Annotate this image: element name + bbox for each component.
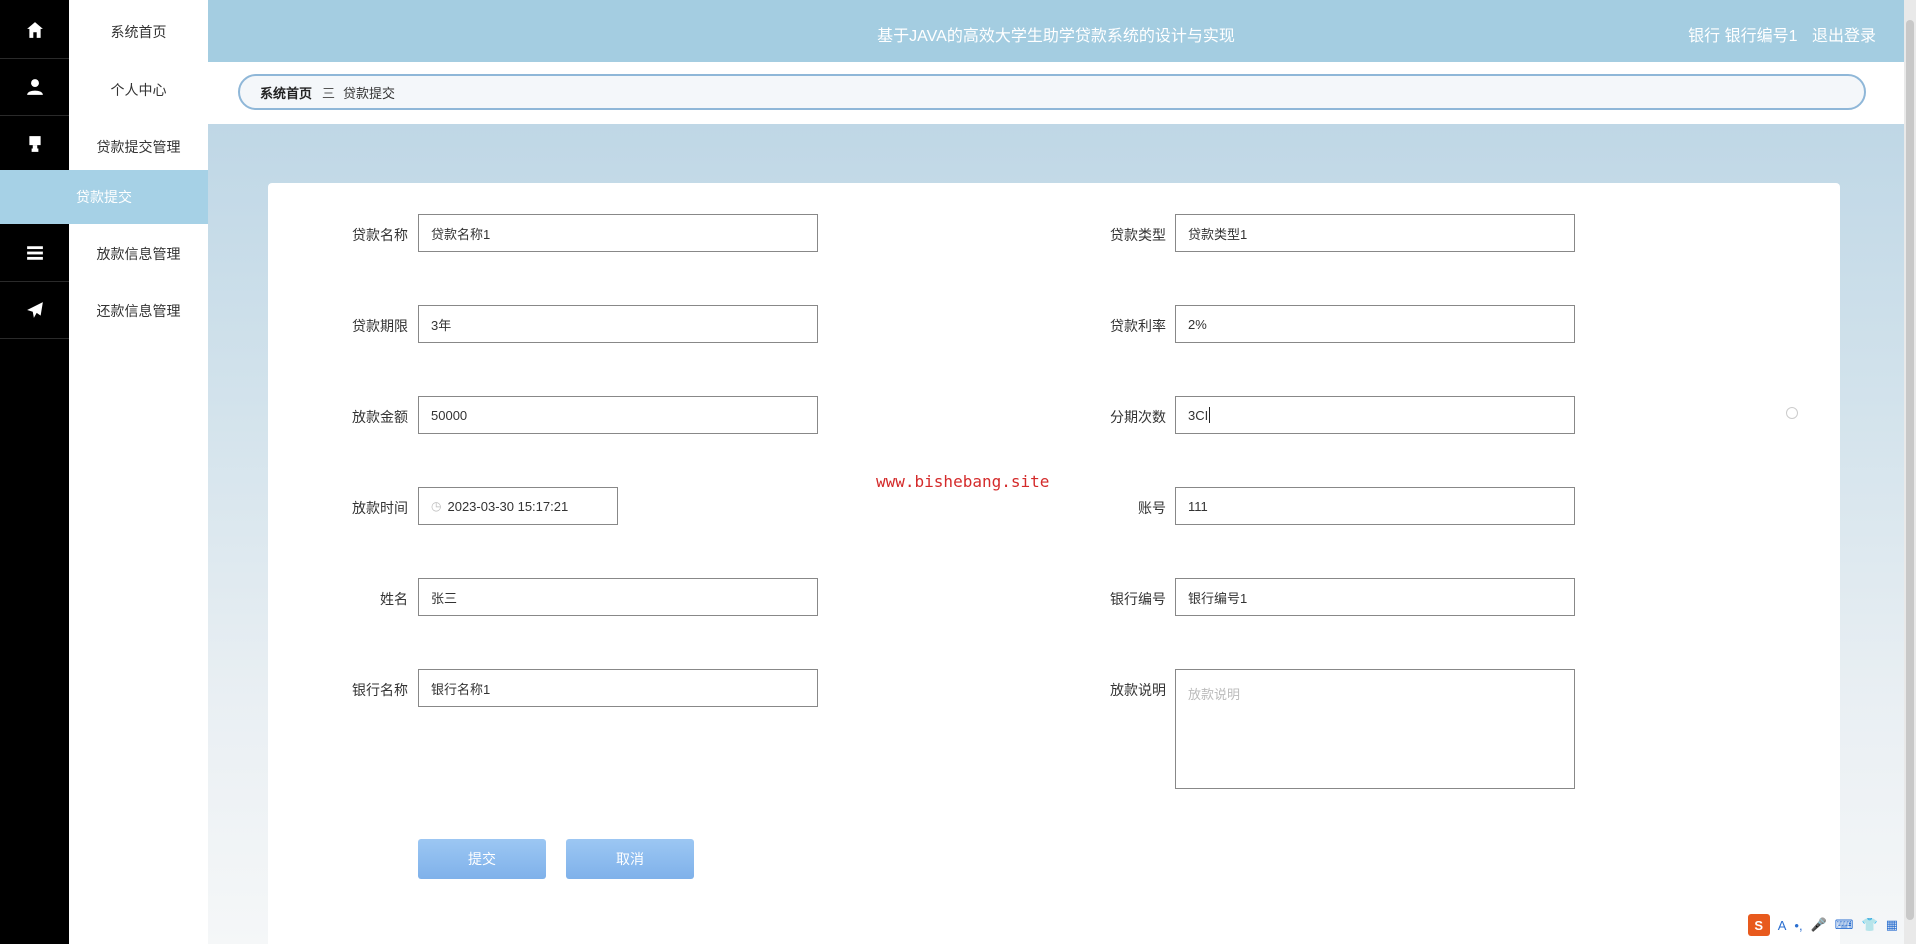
loan-form-card: 贷款名称 贷款名称1 贷款类型 贷款类型1 贷款期限 3年 贷款利率 2% 放款… <box>268 183 1840 944</box>
loan-rate-input[interactable]: 2% <box>1175 305 1575 343</box>
breadcrumb-current: 贷款提交 <box>343 85 396 101</box>
release-time-picker[interactable]: ◷ 2023-03-30 15:17:21 <box>418 487 618 525</box>
watermark-text: www.bishebang.site <box>876 472 1050 491</box>
sidebar-item-repay-manage[interactable]: 还款信息管理 <box>69 301 208 321</box>
sidebar: 系统首页 个人中心 贷款提交管理 贷款提交 放款信息管理 还款信息管理 <box>0 0 208 944</box>
list-icon[interactable] <box>0 225 69 282</box>
logout-link[interactable]: 退出登录 <box>1812 28 1876 45</box>
home-icon[interactable] <box>0 2 69 59</box>
scrollbar-thumb[interactable] <box>1906 20 1914 920</box>
breadcrumb-bar: 系统首页 三 贷款提交 <box>208 62 1904 124</box>
loan-type-input[interactable]: 贷款类型1 <box>1175 214 1575 252</box>
bank-code-input[interactable]: 银行编号1 <box>1175 578 1575 616</box>
label-loan-type: 贷款类型 <box>1110 227 1166 243</box>
installments-value: 3CI <box>1188 407 1209 423</box>
sidebar-subitem-loan-submit[interactable]: 贷款提交 <box>0 170 208 224</box>
loan-name-input[interactable]: 贷款名称1 <box>418 214 818 252</box>
label-loan-name: 贷款名称 <box>352 227 408 243</box>
user-icon[interactable] <box>0 59 69 116</box>
cancel-button[interactable]: 取消 <box>566 839 694 879</box>
breadcrumb: 系统首页 三 贷款提交 <box>238 74 1866 110</box>
breadcrumb-home[interactable]: 系统首页 <box>260 83 312 102</box>
release-note-textarea[interactable]: 放款说明 <box>1175 669 1575 789</box>
label-loan-term: 贷款期限 <box>352 318 408 334</box>
breadcrumb-separator: 三 <box>322 85 336 101</box>
sidebar-item-profile[interactable]: 个人中心 <box>69 80 208 100</box>
ime-keyboard-icon[interactable]: ⌨ <box>1835 917 1854 933</box>
label-amount: 放款金额 <box>352 409 408 425</box>
release-time-value: 2023-03-30 15:17:21 <box>447 498 569 514</box>
ime-toolbar: S A •, 🎤 ⌨ 👕 ▦ <box>1747 914 1898 936</box>
label-loan-rate: 贷款利率 <box>1110 318 1166 334</box>
amount-input[interactable]: 50000 <box>418 396 818 434</box>
circle-indicator-icon <box>1786 407 1798 419</box>
label-name: 姓名 <box>380 591 408 607</box>
clock-icon: ◷ <box>431 499 442 513</box>
loan-term-input[interactable]: 3年 <box>418 305 818 343</box>
ime-punct-icon[interactable]: •, <box>1794 918 1802 933</box>
ime-grid-icon[interactable]: ▦ <box>1886 917 1898 933</box>
account-input[interactable]: 111 <box>1175 487 1575 525</box>
icon-rail <box>0 0 69 944</box>
label-account: 账号 <box>1138 500 1166 516</box>
ime-logo-icon[interactable]: S <box>1747 914 1770 936</box>
submit-button[interactable]: 提交 <box>418 839 546 879</box>
header-user-area: 银行 银行编号1 退出登录 <box>1678 22 1876 46</box>
label-release-note: 放款说明 <box>1110 682 1166 698</box>
installments-input[interactable]: 3CI <box>1175 396 1575 434</box>
name-input[interactable]: 张三 <box>418 578 818 616</box>
page-title: 基于JAVA的高效大学生助学贷款系统的设计与实现 <box>877 28 1235 45</box>
label-bank-code: 银行编号 <box>1110 591 1166 607</box>
sidebar-item-release-manage[interactable]: 放款信息管理 <box>69 244 208 264</box>
current-user: 银行 银行编号1 <box>1688 28 1798 45</box>
label-bank-name: 银行名称 <box>352 682 408 698</box>
ime-skin-icon[interactable]: 👕 <box>1862 917 1878 933</box>
label-release-time: 放款时间 <box>352 500 408 516</box>
ime-mode[interactable]: A <box>1778 918 1787 933</box>
header: 基于JAVA的高效大学生助学贷款系统的设计与实现 银行 银行编号1 退出登录 <box>208 0 1904 62</box>
sidebar-item-loan-submit-manage[interactable]: 贷款提交管理 <box>69 137 208 157</box>
text-caret <box>1209 407 1211 423</box>
page-scrollbar[interactable] <box>1904 0 1916 944</box>
bank-name-input[interactable]: 银行名称1 <box>418 669 818 707</box>
send-icon[interactable] <box>0 282 69 339</box>
sidebar-item-home[interactable]: 系统首页 <box>69 22 208 42</box>
ime-mic-icon[interactable]: 🎤 <box>1811 917 1827 933</box>
label-installments: 分期次数 <box>1110 409 1166 425</box>
stamp-icon[interactable] <box>0 116 69 173</box>
